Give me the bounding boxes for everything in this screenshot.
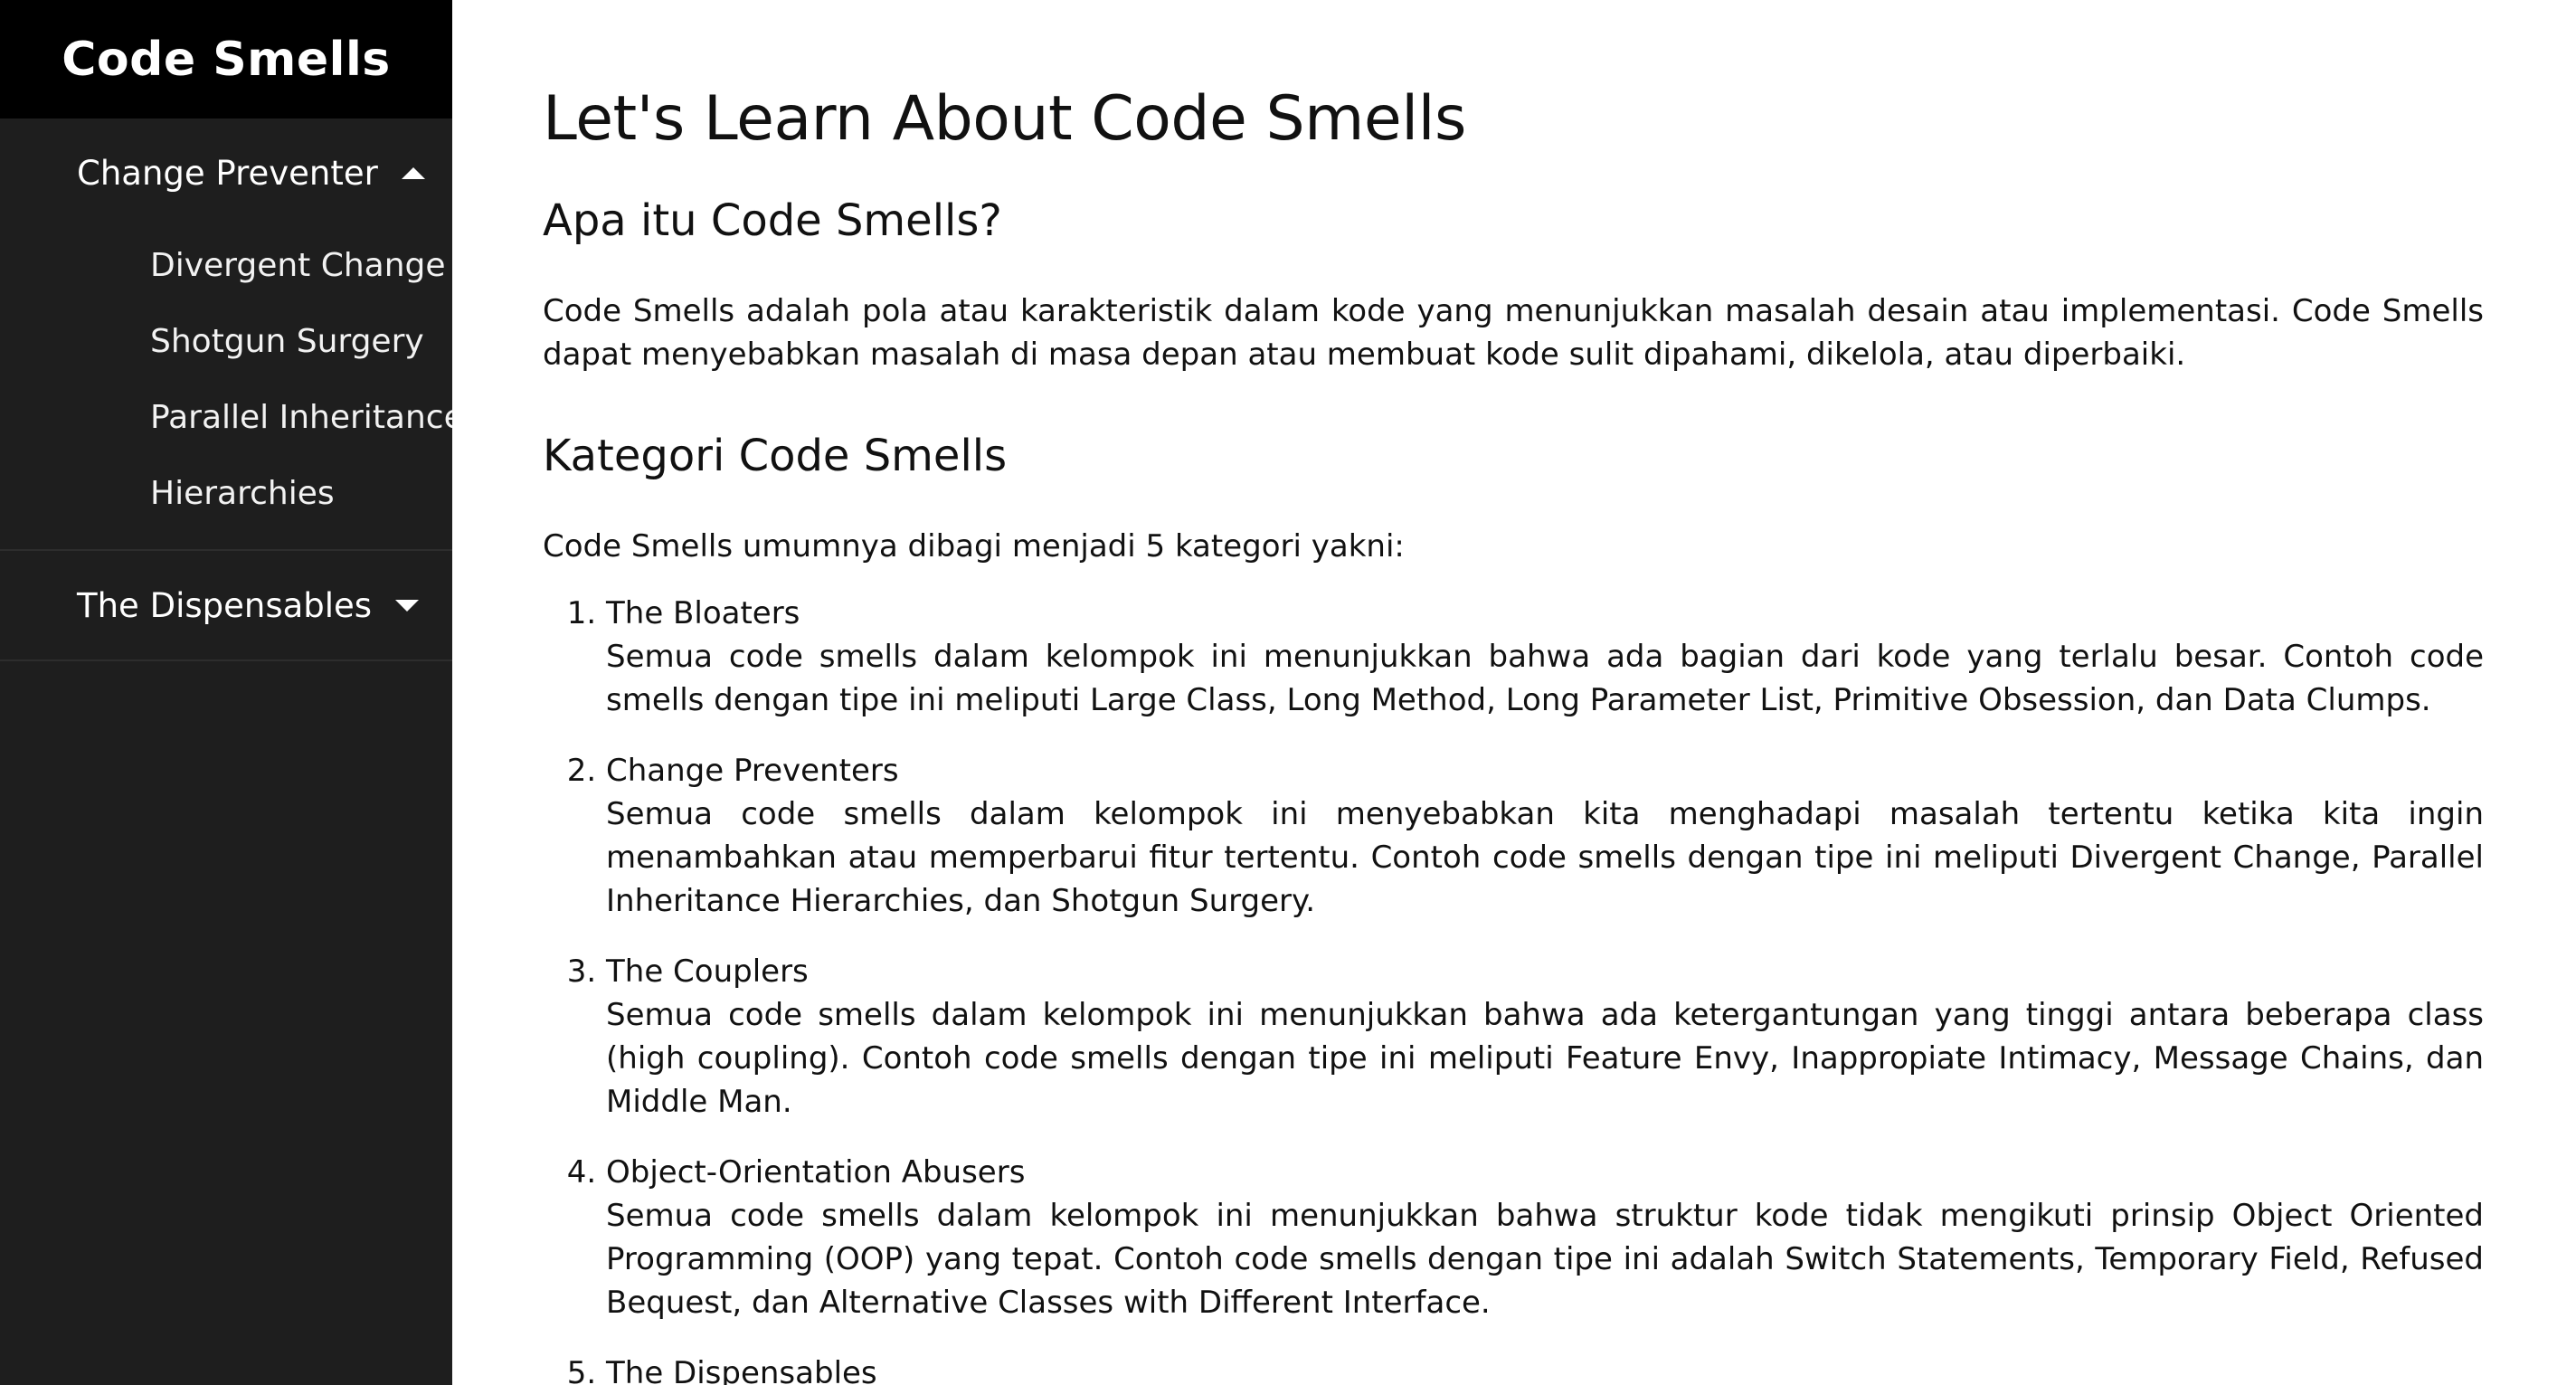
sidebar-group-label: Change Preventer: [77, 153, 378, 193]
page-title: Let's Learn About Code Smells: [543, 83, 1466, 155]
caret-down-icon: [395, 599, 420, 612]
app-root: Code Smells Change Preventer Divergent C…: [0, 0, 2576, 1385]
sidebar-item-shotgun-surgery[interactable]: Shotgun Surgery: [0, 303, 452, 379]
sidebar-item-hierarchies[interactable]: Hierarchies: [0, 455, 452, 531]
section-heading-what-is: Apa itu Code Smells?: [543, 195, 1002, 246]
sidebar-group-label: The Dispensables: [77, 585, 373, 625]
category-title: The Dispensables: [606, 1355, 877, 1385]
section-body-what-is: Code Smells adalah pola atau karakterist…: [543, 293, 2484, 373]
category-title: The Couplers: [606, 953, 809, 990]
category-title: Change Preventers: [606, 753, 899, 789]
list-item: Object-Orientation Abusers Semua code sm…: [606, 1151, 2484, 1324]
categories-list: The Bloaters Semua code smells dalam kel…: [543, 592, 2484, 1385]
sidebar-group-header-change-preventer[interactable]: Change Preventer: [0, 119, 452, 227]
sidebar-group-the-dispensables: The Dispensables: [0, 551, 452, 659]
sidebar-item-parallel-inheritance[interactable]: Parallel Inheritance: [0, 379, 452, 455]
categories-intro: Code Smells umumnya dibagi menjadi 5 kat…: [543, 528, 1405, 564]
category-description: Semua code smells dalam kelompok ini men…: [606, 997, 2484, 1120]
brand-title[interactable]: Code Smells: [0, 0, 452, 119]
section-heading-categories: Kategori Code Smells: [543, 431, 1008, 481]
sidebar: Code Smells Change Preventer Divergent C…: [0, 0, 452, 1385]
sidebar-submenu-change-preventer: Divergent Change Shotgun Surgery Paralle…: [0, 227, 452, 549]
sidebar-item-divergent-change[interactable]: Divergent Change: [0, 227, 452, 303]
sidebar-group-change-preventer: Change Preventer Divergent Change Shotgu…: [0, 119, 452, 549]
list-item: The Couplers Semua code smells dalam kel…: [606, 950, 2484, 1124]
caret-up-icon: [401, 166, 425, 179]
category-description: Semua code smells dalam kelompok ini men…: [606, 1198, 2484, 1321]
list-item: The Bloaters Semua code smells dalam kel…: [606, 592, 2484, 722]
sidebar-divider: [0, 659, 452, 661]
main-content: Let's Learn About Code Smells Apa itu Co…: [452, 0, 2576, 1385]
sidebar-group-header-the-dispensables[interactable]: The Dispensables: [0, 551, 452, 659]
category-title: The Bloaters: [606, 595, 800, 631]
category-description: Semua code smells dalam kelompok ini men…: [606, 639, 2484, 718]
category-description: Semua code smells dalam kelompok ini men…: [606, 796, 2484, 919]
list-item: Change Preventers Semua code smells dala…: [606, 749, 2484, 923]
category-title: Object-Orientation Abusers: [606, 1154, 1026, 1191]
list-item: The Dispensables: [606, 1352, 2484, 1385]
